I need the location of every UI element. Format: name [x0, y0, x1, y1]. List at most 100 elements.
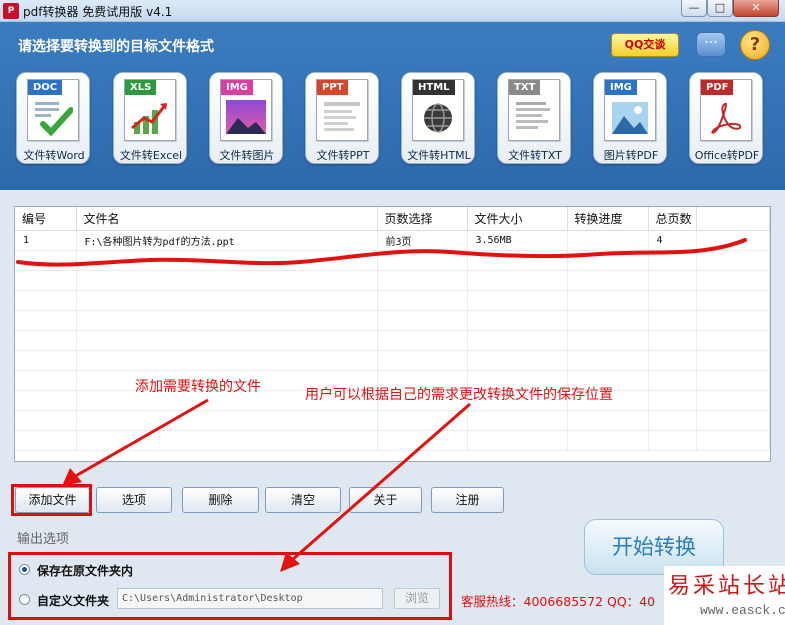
support-hotline: 客服热线：4006685572 QQ：40 [461, 594, 656, 609]
format-label: 文件转PPT [316, 149, 370, 162]
delete-button[interactable]: 删除 [182, 487, 259, 513]
pdf-icon: P [3, 3, 19, 19]
table-cell [648, 350, 697, 371]
table-cell [377, 410, 468, 431]
table-row[interactable] [15, 290, 770, 311]
add-file-annotation: 添加需要转换的文件 [135, 379, 261, 395]
table-cell: F:\各种图片转为pdf的方法.ppt [76, 230, 378, 251]
acrobat-icon [711, 102, 742, 134]
table-row[interactable] [15, 330, 770, 351]
help-icon[interactable]: ? [740, 30, 770, 60]
table-cell [696, 270, 770, 291]
watermark-title: 易采站长站 [668, 574, 785, 599]
column-header[interactable]: 转换进度 [567, 207, 649, 231]
format-tag: XLS [125, 80, 157, 95]
qq-chat-button[interactable]: QQ交谈 [611, 33, 679, 57]
word-doc-icon [35, 102, 73, 136]
format-selection-title: 请选择要转换到的目标文件格式 [18, 39, 214, 55]
table-cell [377, 310, 468, 331]
table-cell [567, 250, 649, 271]
table-cell [377, 330, 468, 351]
table-cell [696, 290, 770, 311]
file-table: 编号 文件名 页数选择 文件大小 转换进度 总页数 1 F:\各种图片转为pdf的方法.pp… [15, 207, 770, 451]
format-label: 文件转Excel [119, 149, 183, 162]
table-cell [76, 290, 378, 311]
table-cell [467, 270, 568, 291]
table-cell [15, 430, 77, 451]
table-cell [15, 290, 77, 311]
save-path-annotation: 用户可以根据自己的需求更改转换文件的保存位置 [305, 387, 613, 403]
options-button[interactable]: 选项 [96, 487, 172, 513]
window-title: pdf转换器 免费试用版 v4.1 [23, 5, 173, 19]
table-cell [696, 370, 770, 391]
column-header[interactable]: 编号 [15, 207, 77, 231]
format-selection-panel: 请选择要转换到的目标文件格式 QQ交谈 ··· ? DOC 文件转Word XL… [0, 22, 785, 190]
column-header[interactable] [696, 207, 770, 231]
column-header[interactable]: 页数选择 [377, 207, 468, 231]
table-cell [648, 370, 697, 391]
output-options-highlight [8, 552, 452, 620]
format-tag: HTML [413, 80, 455, 95]
about-button[interactable]: 关于 [349, 487, 422, 513]
table-cell [696, 350, 770, 371]
table-cell [696, 230, 770, 251]
table-row[interactable] [15, 250, 770, 271]
table-cell [567, 230, 649, 251]
table-cell [467, 430, 568, 451]
table-cell [76, 330, 378, 351]
table-row[interactable] [15, 410, 770, 431]
table-cell [15, 250, 77, 271]
format-tag: TXT [509, 80, 541, 95]
table-cell [377, 270, 468, 291]
table-cell [567, 350, 649, 371]
format-tile-excel[interactable]: XLS 文件转Excel [113, 72, 187, 164]
file-list[interactable]: 编号 文件名 页数选择 文件大小 转换进度 总页数 1 F:\各种图片转为pdf的方法.pp… [14, 206, 771, 462]
format-label: Office转PDF [694, 149, 760, 162]
table-cell [377, 250, 468, 271]
table-cell [15, 310, 77, 331]
table-cell [377, 290, 468, 311]
format-tag: PDF [701, 80, 734, 95]
text-doc-icon [516, 102, 550, 129]
register-button[interactable]: 注册 [431, 487, 504, 513]
table-cell: 3.56MB [467, 230, 568, 251]
format-tile-ppt[interactable]: PPT 文件转PPT [305, 72, 379, 164]
add-button-highlight [11, 484, 92, 516]
table-row[interactable] [15, 270, 770, 291]
table-cell [76, 270, 378, 291]
maximize-button[interactable]: □ [707, 0, 733, 17]
table-cell [696, 310, 770, 331]
table-cell [15, 410, 77, 431]
site-watermark: 易采站长站 www.easck.com [664, 566, 785, 625]
format-tile-image[interactable]: IMG 文件转图片 [209, 72, 283, 164]
table-row[interactable]: 1 F:\各种图片转为pdf的方法.ppt 前3页 3.56MB 4 [15, 230, 770, 251]
format-tile-office-to-pdf[interactable]: PDF Office转PDF [689, 72, 763, 164]
title-bar: P pdf转换器 免费试用版 v4.1 — □ ✕ [0, 0, 785, 22]
format-tile-txt[interactable]: TXT 文件转TXT [497, 72, 571, 164]
format-tile-word[interactable]: DOC 文件转Word [16, 72, 90, 164]
format-tile-image-to-pdf[interactable]: IMG 图片转PDF [593, 72, 667, 164]
table-row[interactable] [15, 310, 770, 331]
table-cell [648, 310, 697, 331]
table-cell [15, 350, 77, 371]
column-header[interactable]: 总页数 [648, 207, 697, 231]
column-header[interactable]: 文件名 [76, 207, 378, 231]
column-header[interactable]: 文件大小 [467, 207, 568, 231]
minimize-button[interactable]: — [681, 0, 707, 17]
chat-bubble-icon[interactable]: ··· [696, 32, 726, 57]
table-row[interactable] [15, 350, 770, 371]
format-tile-html[interactable]: HTML 文件转HTML [401, 72, 475, 164]
table-cell [648, 290, 697, 311]
table-cell [15, 270, 77, 291]
table-cell: 前3页 [377, 230, 468, 251]
table-cell [567, 310, 649, 331]
table-cell [76, 430, 378, 451]
table-cell [567, 270, 649, 291]
table-row[interactable] [15, 430, 770, 451]
clear-button[interactable]: 清空 [265, 487, 341, 513]
table-cell [76, 350, 378, 371]
format-label: 文件转HTML [407, 149, 471, 162]
close-button[interactable]: ✕ [733, 0, 779, 17]
table-cell [377, 430, 468, 451]
table-cell [467, 410, 568, 431]
